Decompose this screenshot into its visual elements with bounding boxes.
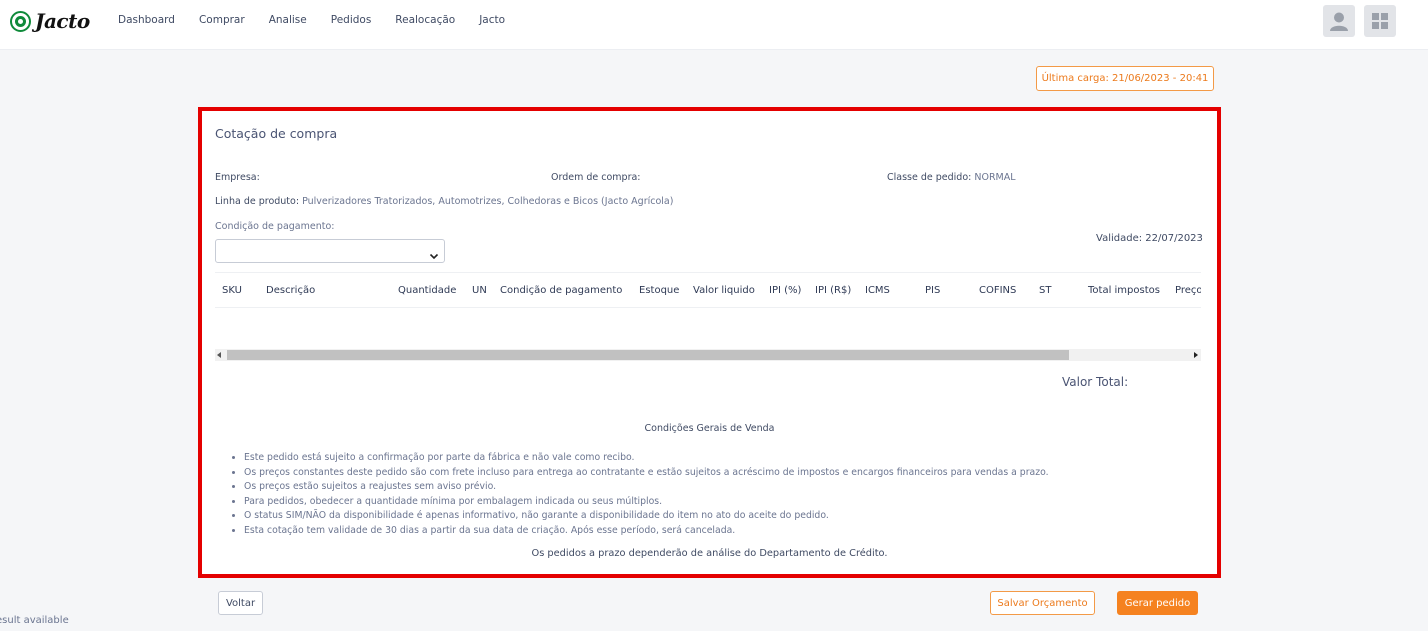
condicoes-list: Este pedido está sujeito a confirmação p… [231, 451, 1049, 539]
ordem-field: Ordem de compra: [551, 172, 641, 183]
horizontal-scrollbar[interactable] [215, 349, 1201, 361]
jacto-logo[interactable]: Jacto [10, 9, 90, 33]
col-pis: PIS [925, 285, 941, 296]
cotacao-card: Cotação de compra Empresa: Ordem de comp… [198, 107, 1221, 578]
nav-jacto[interactable]: Jacto [479, 14, 505, 26]
result-status-text: esult available [0, 615, 69, 626]
col-condicao-pagamento: Condição de pagamento [500, 285, 623, 296]
brand-name: Jacto [35, 9, 90, 33]
voltar-button[interactable]: Voltar [218, 591, 263, 615]
credito-note: Os pedidos a prazo dependerão de análise… [531, 548, 888, 559]
items-table-header: SKU Descrição Quantidade UN Condição de … [215, 272, 1201, 308]
classe-value: NORMAL [974, 172, 1016, 183]
chevron-down-icon [429, 246, 439, 265]
col-preco: Preço [1175, 285, 1201, 296]
col-estoque: Estoque [639, 285, 680, 296]
col-descricao: Descrição [266, 285, 316, 296]
col-cofins: COFINS [979, 285, 1017, 296]
valor-total-label: Valor Total: [1062, 375, 1129, 389]
classe-field: Classe de pedido: NORMAL [887, 172, 1016, 183]
list-item: Os preços constantes deste pedido são co… [244, 466, 1049, 481]
nav-analise[interactable]: Analise [269, 14, 307, 26]
condicao-label: Condição de pagamento: [215, 221, 335, 232]
linha-label: Linha de produto: [215, 196, 300, 207]
col-sku: SKU [222, 285, 242, 296]
condicoes-title: Condições Gerais de Venda [644, 423, 775, 434]
col-icms: ICMS [865, 285, 890, 296]
nav-realocacao[interactable]: Realocação [395, 14, 455, 26]
col-ipi-percent: IPI (%) [769, 285, 802, 296]
nav-dashboard[interactable]: Dashboard [118, 14, 175, 26]
empresa-field: Empresa: [215, 172, 260, 183]
gerar-pedido-button[interactable]: Gerar pedido [1117, 591, 1198, 615]
list-item: O status SIM/NÃO da disponibilidade é ap… [244, 509, 1049, 524]
list-item: Os preços estão sujeitos a reajustes sem… [244, 480, 1049, 495]
col-st: ST [1039, 285, 1052, 296]
linha-field: Linha de produto: Pulverizadores Tratori… [215, 196, 673, 207]
list-item: Para pedidos, obedecer a quantidade míni… [244, 495, 1049, 510]
col-quantidade: Quantidade [398, 285, 457, 296]
nav-comprar[interactable]: Comprar [199, 14, 245, 26]
jacto-logo-mark-icon [10, 10, 31, 32]
empresa-label: Empresa: [215, 172, 260, 183]
apps-grid-icon[interactable] [1364, 5, 1396, 37]
linha-value: Pulverizadores Tratorizados, Automotrize… [302, 196, 674, 207]
nav-pedidos[interactable]: Pedidos [331, 14, 372, 26]
condicao-pagamento-select[interactable] [215, 239, 445, 263]
salvar-orcamento-button[interactable]: Salvar Orçamento [990, 591, 1095, 615]
page-title: Cotação de compra [215, 126, 338, 141]
validade-text: Validade: 22/07/2023 [1096, 233, 1203, 244]
list-item: Este pedido está sujeito a confirmação p… [244, 451, 1049, 466]
user-icon[interactable] [1323, 5, 1355, 37]
scroll-right-arrow-icon[interactable] [1194, 352, 1198, 358]
scrollbar-thumb[interactable] [227, 350, 1069, 360]
main-nav: Dashboard Comprar Analise Pedidos Realoc… [118, 14, 529, 26]
ordem-label: Ordem de compra: [551, 172, 641, 183]
list-item: Esta cotação tem validade de 30 dias a p… [244, 524, 1049, 539]
scroll-left-arrow-icon[interactable] [217, 352, 221, 358]
col-ipi-reais: IPI (R$) [815, 285, 852, 296]
ultima-carga-badge: Última carga: 21/06/2023 - 20:41 [1036, 66, 1214, 91]
classe-label: Classe de pedido: [887, 172, 972, 183]
col-total-impostos: Total impostos [1088, 285, 1160, 296]
top-navbar: Jacto Dashboard Comprar Analise Pedidos … [0, 0, 1428, 50]
col-valor-liquido: Valor liquido [693, 285, 755, 296]
col-un: UN [472, 285, 487, 296]
